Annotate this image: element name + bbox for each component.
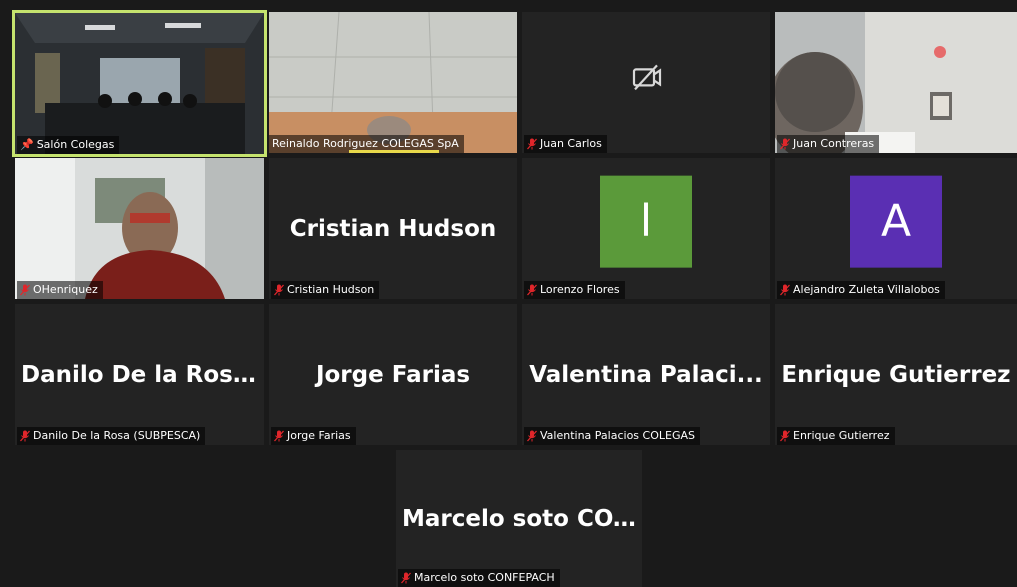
video-tile-jorge-farias[interactable]: Jorge Farias Jorge Farias [269,304,517,445]
mic-off-icon [401,572,411,584]
video-tile-alejandro-zuleta[interactable]: A Alejandro Zuleta Villalobos [775,158,1017,299]
video-tile-reinaldo-rodriguez[interactable]: Reinaldo Rodriguez COLEGAS SpA [269,12,517,153]
pin-icon: 📌 [20,138,34,151]
participant-label: 📌 Salón Colegas [17,136,120,154]
mic-off-icon [20,284,30,296]
video-tile-juan-contreras[interactable]: Juan Contreras [775,12,1017,153]
participant-label: Enrique Gutierrez [777,427,895,445]
video-tile-danilo-de-la-rosa[interactable]: Danilo De la Ros... Danilo De la Rosa (S… [15,304,264,445]
video-feed [15,158,264,299]
participant-label: Danilo De la Rosa (SUBPESCA) [17,427,206,445]
participant-display-name: Marcelo soto CO... [402,505,640,532]
video-tile-juan-carlos[interactable]: Juan Carlos [522,12,770,153]
video-tile-cristian-hudson[interactable]: Cristian Hudson Cristian Hudson [269,158,517,299]
mic-off-icon [527,430,537,442]
participant-label: Lorenzo Flores [524,281,625,299]
participant-display-name: Valentina Palaci... [529,361,763,388]
participant-label: Juan Contreras [777,135,880,153]
video-tile-ohenriquez[interactable]: OHenriquez [15,158,264,299]
mic-off-icon [527,284,537,296]
avatar: l [600,175,692,268]
participant-label: Cristian Hudson [271,281,380,299]
video-feed [269,12,517,153]
video-tile-valentina-palacios[interactable]: Valentina Palaci... Valentina Palacios C… [522,304,770,445]
mic-off-icon [20,430,30,442]
avatar: A [850,175,942,268]
video-off-icon [632,64,662,90]
participant-label: OHenriquez [17,281,103,299]
participant-display-name: Jorge Farias [315,361,471,388]
mic-off-icon [274,430,284,442]
mic-off-icon [780,284,790,296]
participant-label: Valentina Palacios COLEGAS [524,427,700,445]
video-tile-marcelo-soto[interactable]: Marcelo soto CO... Marcelo soto CONFEPAC… [396,450,642,587]
mic-off-icon [780,430,790,442]
video-tile-lorenzo-flores[interactable]: l Lorenzo Flores [522,158,770,299]
participant-display-name: Danilo De la Ros... [21,361,260,388]
video-tile-enrique-gutierrez[interactable]: Enrique Gutierrez Enrique Gutierrez [775,304,1017,445]
mic-off-icon [527,138,537,150]
video-feed [15,13,264,154]
participant-label: Alejandro Zuleta Villalobos [777,281,945,299]
mic-off-icon [780,138,790,150]
participant-label: Juan Carlos [524,135,607,153]
participant-label: Jorge Farias [271,427,356,445]
participant-display-name: Cristian Hudson [289,215,497,242]
participant-label: Marcelo soto CONFEPACH [398,569,560,587]
participant-display-name: Enrique Gutierrez [781,361,1011,388]
speaking-indicator [349,150,439,153]
mic-off-icon [274,284,284,296]
video-feed [775,12,1017,153]
video-tile-salon-colegas[interactable]: 📌 Salón Colegas [12,10,267,157]
